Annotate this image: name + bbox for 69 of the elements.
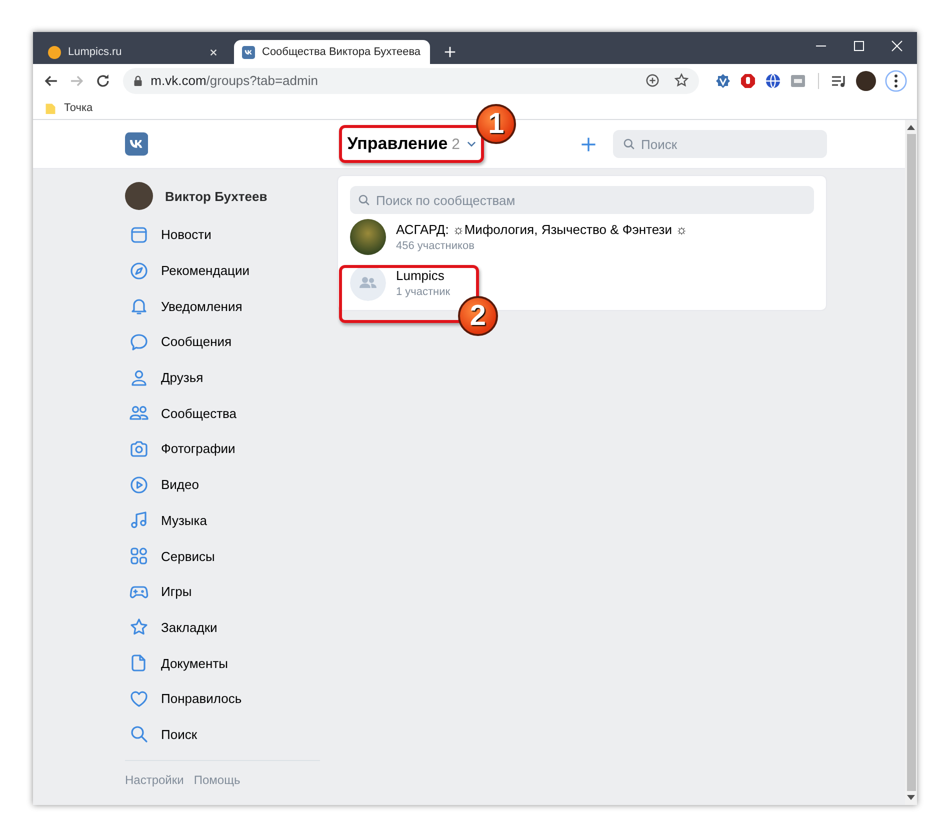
play-icon: [129, 474, 149, 495]
browser-tab[interactable]: Сообщества Виктора Бухтеева: [234, 40, 430, 64]
speech-bubble-icon: [129, 332, 149, 352]
member-count: 456 участников: [396, 240, 476, 252]
sidebar-item[interactable]: Рекомендации: [125, 252, 320, 288]
search-icon: [623, 138, 635, 150]
add-circle-icon[interactable]: [644, 73, 660, 88]
step-number: 2: [458, 296, 498, 336]
lock-icon: [132, 74, 143, 86]
sidebar-item[interactable]: Сообщения: [125, 324, 320, 360]
scroll-down-icon[interactable]: [907, 795, 915, 801]
browser-tab[interactable]: Lumpics.ru: [40, 40, 226, 64]
bookmark[interactable]: Точка: [45, 102, 93, 114]
scrollbar[interactable]: [905, 120, 917, 805]
community-name: Lumpics: [396, 268, 446, 283]
person-icon: [129, 368, 149, 388]
vk-logo-icon[interactable]: [125, 131, 148, 157]
heart-icon: [129, 688, 149, 709]
star-icon[interactable]: [674, 73, 689, 88]
sidebar-item[interactable]: Видео: [125, 466, 320, 502]
search-icon: [129, 724, 149, 744]
bell-icon: [129, 296, 149, 316]
music-note-icon: [129, 510, 149, 530]
newspaper-icon: [129, 224, 149, 245]
user-avatar: [125, 182, 153, 210]
maximize-icon[interactable]: [853, 40, 865, 52]
sidebar-item[interactable]: Поиск: [125, 716, 320, 752]
community-item[interactable]: АСГАРД: ☼Мифология, Язычество & Фэнтези ☼ 456 участников: [350, 214, 814, 260]
tab-title: Сообщества Виктора Бухтеева: [262, 46, 421, 58]
address-bar[interactable]: m.vk.com/groups?tab=admin: [122, 68, 699, 94]
reload-icon[interactable]: [94, 72, 111, 88]
sidebar-item[interactable]: Сервисы: [125, 538, 320, 574]
sidebar-item[interactable]: Новости: [125, 217, 320, 253]
sidebar-item[interactable]: Уведомления: [125, 288, 320, 324]
compass-icon: [129, 260, 149, 281]
camera-icon: [129, 438, 149, 459]
url-text: m.vk.com/groups?tab=admin: [150, 73, 319, 88]
search-field[interactable]: Поиск: [613, 130, 827, 158]
tab-title: Lumpics.ru: [68, 46, 123, 58]
sidebar-item[interactable]: Документы: [125, 645, 320, 681]
vk-logo-icon: [242, 46, 255, 58]
globe-icon[interactable]: [764, 72, 781, 88]
search-icon: [358, 194, 370, 206]
extension-icon[interactable]: [714, 72, 731, 88]
search-field[interactable]: Поиск по сообществам: [350, 186, 814, 214]
profile-avatar[interactable]: [856, 70, 876, 90]
sidebar-item[interactable]: Сообщества: [125, 395, 320, 432]
extension-icon[interactable]: [790, 72, 806, 88]
profile-link[interactable]: Виктор Бухтеев: [125, 175, 320, 217]
community-name: АСГАРД: ☼Мифология, Язычество & Фэнтези ☼: [396, 222, 688, 237]
site-favicon: [48, 46, 61, 58]
sidebar-item[interactable]: Понравилось: [125, 680, 320, 717]
menu-icon[interactable]: [884, 70, 907, 92]
sidebar-item[interactable]: Закладки: [125, 610, 320, 646]
photo-placeholder: [350, 219, 386, 255]
close-icon[interactable]: [209, 48, 218, 56]
member-count: 1 участник: [396, 286, 450, 298]
plus-icon[interactable]: [580, 136, 597, 152]
chevron-down-icon: [467, 141, 476, 147]
folder-icon: [45, 102, 56, 114]
scroll-up-icon[interactable]: [907, 124, 915, 130]
scrollbar-thumb[interactable]: [906, 134, 916, 791]
new-tab-icon[interactable]: [444, 46, 456, 58]
sidebar-item[interactable]: Игры: [125, 574, 320, 610]
sidebar-item[interactable]: Музыка: [125, 502, 320, 538]
grid-icon: [129, 546, 149, 566]
sidebar-item[interactable]: Фотографии: [125, 431, 320, 467]
star-icon: [129, 617, 149, 638]
sidebar-item[interactable]: Друзья: [125, 360, 320, 396]
